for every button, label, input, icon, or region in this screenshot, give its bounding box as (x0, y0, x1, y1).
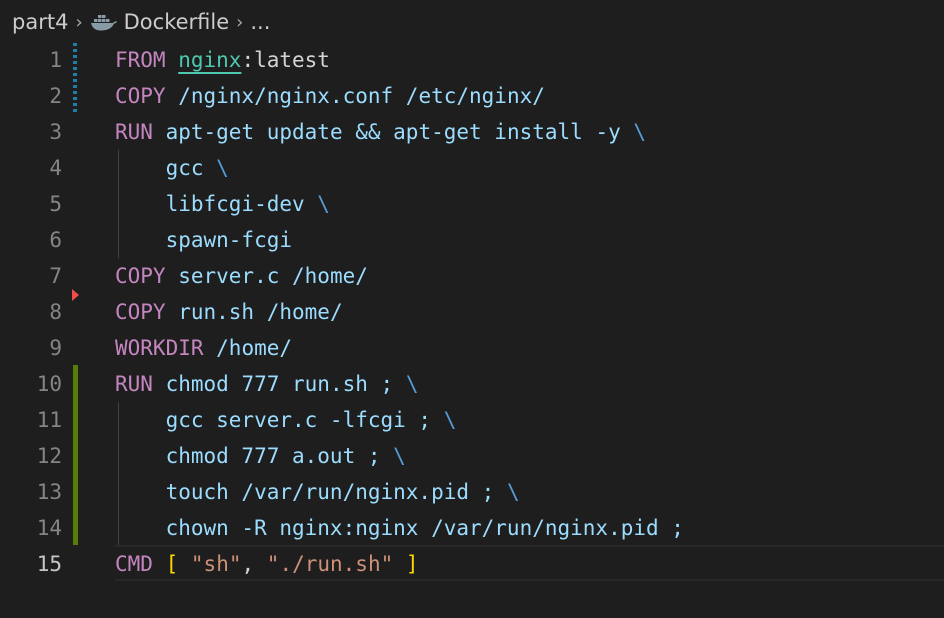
line-number[interactable]: 11 (0, 402, 62, 438)
code-line[interactable]: 12 chmod 777 a.out ; \ (0, 438, 944, 474)
chevron-right-icon: › (75, 11, 83, 33)
arguments: touch /var/run/nginx.pid ; (115, 480, 507, 504)
code-text[interactable]: libfcgi-dev \ (115, 186, 330, 222)
arguments: /nginx/nginx.conf /etc/nginx/ (165, 84, 545, 108)
code-line[interactable]: 7 COPY server.c /home/ (0, 258, 944, 294)
image-name: nginx (178, 48, 242, 72)
line-continuation: \ (216, 156, 229, 180)
line-number[interactable]: 5 (0, 186, 62, 222)
breadcrumb-file[interactable]: Dockerfile (124, 10, 230, 34)
code-text[interactable]: touch /var/run/nginx.pid ; \ (115, 474, 520, 510)
keyword: COPY (115, 84, 166, 108)
code-text[interactable]: RUN chmod 777 run.sh ; \ (115, 366, 418, 402)
code-text[interactable]: RUN apt-get update && apt-get install -y… (115, 114, 646, 150)
line-number[interactable]: 15 (0, 546, 62, 582)
code-line[interactable]: 14 chown -R nginx:nginx /var/run/nginx.p… (0, 510, 944, 546)
keyword: FROM (115, 48, 166, 72)
arguments: server.c /home/ (165, 264, 368, 288)
code-line[interactable]: 3 RUN apt-get update && apt-get install … (0, 114, 944, 150)
line-number[interactable]: 14 (0, 510, 62, 546)
code-line[interactable]: 11 gcc server.c -lfcgi ; \ (0, 402, 944, 438)
line-number[interactable]: 9 (0, 330, 62, 366)
line-number[interactable]: 2 (0, 78, 62, 114)
code-text[interactable]: COPY /nginx/nginx.conf /etc/nginx/ (115, 78, 545, 114)
bracket-open: [ (165, 552, 179, 576)
string-arg: "./run.sh" (266, 552, 394, 576)
line-number[interactable]: 4 (0, 150, 62, 186)
arguments: gcc (115, 156, 217, 180)
bracket-close: ] (405, 552, 419, 576)
line-continuation: \ (443, 408, 457, 432)
line-number[interactable]: 12 (0, 438, 62, 474)
docker-icon (90, 12, 118, 32)
keyword: COPY (115, 300, 166, 324)
code-line[interactable]: 13 touch /var/run/nginx.pid ; \ (0, 474, 944, 510)
breadcrumb: part4 › Dockerfile › ... (12, 6, 270, 38)
code-text[interactable]: COPY run.sh /home/ (115, 294, 343, 330)
line-continuation: \ (393, 444, 406, 468)
arguments: chown -R nginx:nginx /var/run/nginx.pid … (115, 516, 684, 540)
line-number[interactable]: 7 (0, 258, 62, 294)
line-number[interactable]: 1 (0, 42, 62, 78)
arguments: /home/ (203, 336, 293, 360)
line-number[interactable]: 13 (0, 474, 62, 510)
code-line[interactable]: 5 libfcgi-dev \ (0, 186, 944, 222)
code-text[interactable]: gcc server.c -lfcgi ; \ (115, 402, 457, 438)
code-editor[interactable]: part4 › Dockerfile › ... 1 FROM nginx:la… (0, 0, 944, 618)
line-number[interactable]: 8 (0, 294, 62, 330)
line-continuation: \ (405, 372, 419, 396)
code-text[interactable]: spawn-fcgi (115, 222, 292, 258)
arguments: libfcgi-dev (115, 192, 318, 216)
arguments: apt-get update && apt-get install -y (152, 120, 634, 144)
keyword: RUN (115, 372, 153, 396)
breadcrumb-more[interactable]: ... (250, 10, 270, 34)
string-arg: "sh" (190, 552, 242, 576)
breadcrumb-folder[interactable]: part4 (12, 10, 68, 34)
line-number[interactable]: 10 (0, 366, 62, 402)
chevron-right-icon: › (236, 11, 244, 33)
line-continuation: \ (317, 192, 330, 216)
code-text[interactable]: gcc \ (115, 150, 229, 186)
line-number[interactable]: 6 (0, 222, 62, 258)
keyword: WORKDIR (115, 336, 204, 360)
code-line[interactable]: 4 gcc \ (0, 150, 944, 186)
comma: , (241, 552, 255, 576)
code-text[interactable]: WORKDIR /home/ (115, 330, 292, 366)
code-line[interactable]: 6 spawn-fcgi (0, 222, 944, 258)
keyword: RUN (115, 120, 153, 144)
arguments: run.sh /home/ (165, 300, 343, 324)
image-tag: :latest (241, 48, 330, 72)
code-text[interactable]: chown -R nginx:nginx /var/run/nginx.pid … (115, 510, 684, 546)
code-line[interactable]: 1 FROM nginx:latest (0, 42, 944, 78)
line-number[interactable]: 3 (0, 114, 62, 150)
code-line[interactable]: 8 COPY run.sh /home/ (0, 294, 944, 330)
keyword: CMD (115, 552, 153, 576)
arguments: spawn-fcgi (115, 228, 293, 252)
code-text[interactable]: FROM nginx:latest (115, 42, 330, 78)
line-continuation: \ (633, 120, 647, 144)
arguments: gcc server.c -lfcgi ; (115, 408, 444, 432)
code-line[interactable]: 10 RUN chmod 777 run.sh ; \ (0, 366, 944, 402)
code-line[interactable]: 9 WORKDIR /home/ (0, 330, 944, 366)
arguments: chmod 777 a.out ; (115, 444, 394, 468)
code-text[interactable]: COPY server.c /home/ (115, 258, 368, 294)
keyword: COPY (115, 264, 166, 288)
code-text[interactable]: CMD [ "sh", "./run.sh" ] (115, 546, 419, 582)
arguments: chmod 777 run.sh ; (152, 372, 406, 396)
code-line-active[interactable]: 15 CMD [ "sh", "./run.sh" ] (0, 546, 944, 582)
code-line[interactable]: 2 COPY /nginx/nginx.conf /etc/nginx/ (0, 78, 944, 114)
line-continuation: \ (506, 480, 520, 504)
code-text[interactable]: chmod 777 a.out ; \ (115, 438, 406, 474)
